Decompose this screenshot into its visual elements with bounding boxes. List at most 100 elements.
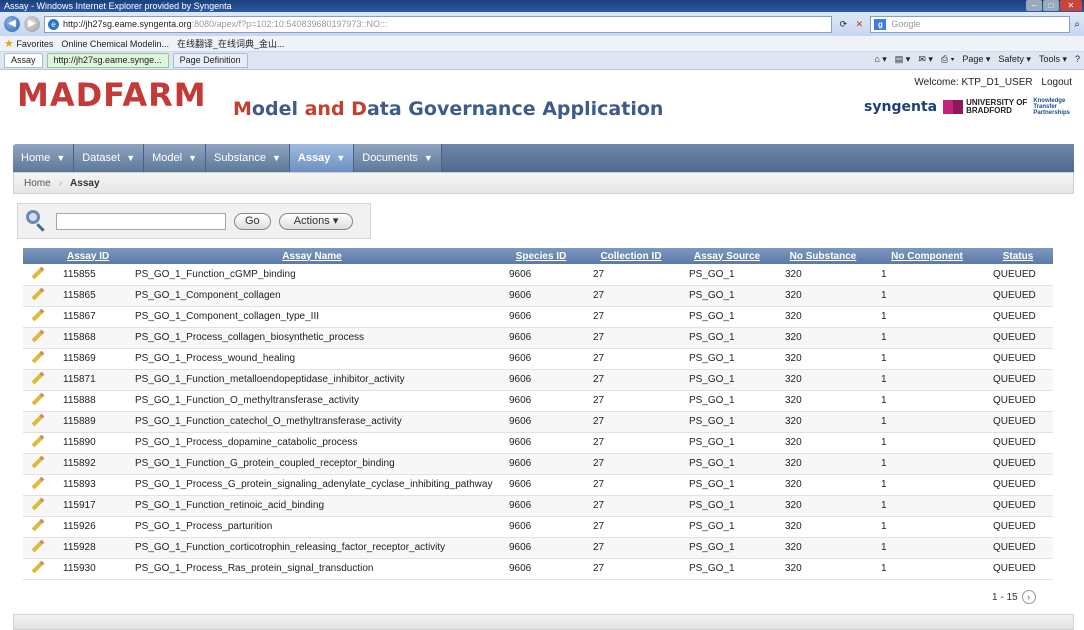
pencil-icon[interactable] <box>31 497 45 511</box>
menu-model[interactable]: Model ▼ <box>144 144 206 172</box>
help-icon[interactable]: ? <box>1075 54 1080 65</box>
feeds-icon[interactable]: ▤ ▾ <box>895 54 911 65</box>
pencil-icon[interactable] <box>31 392 45 406</box>
cell-assay-source: PS_GO_1 <box>679 348 775 370</box>
refresh-icon[interactable]: ⟳ <box>836 17 850 31</box>
title-odel: odel <box>251 98 305 120</box>
pencil-icon[interactable] <box>31 455 45 469</box>
cell-no-substance: 320 <box>775 327 871 349</box>
partner-logos: syngenta UNIVERSITY OF BRADFORD Knowledge… <box>864 98 1070 116</box>
breadcrumb-home[interactable]: Home <box>24 178 51 189</box>
pencil-icon[interactable] <box>31 371 45 385</box>
next-page-icon[interactable]: › <box>1021 590 1036 604</box>
col-no-substance[interactable]: No Substance <box>775 248 871 264</box>
magnifier-icon[interactable] <box>24 209 48 233</box>
cell-assay-source: PS_GO_1 <box>679 453 775 475</box>
mail-icon[interactable]: ✉ ▾ <box>918 54 933 65</box>
pencil-icon[interactable] <box>31 434 45 448</box>
actions-button[interactable]: Actions ▾ <box>278 212 354 230</box>
cell-assay-source: PS_GO_1 <box>679 537 775 559</box>
cell-assay-id: 115926 <box>53 516 125 538</box>
table-row: 115892 PS_GO_1_Function_G_protein_coupled… <box>23 453 1053 475</box>
table-row: 115926 PS_GO_1_Process_parturition 9606 27 P… <box>23 516 1053 538</box>
menu-dataset[interactable]: Dataset ▼ <box>74 144 145 172</box>
pencil-icon[interactable] <box>31 539 45 553</box>
report-search-input[interactable] <box>56 212 226 230</box>
cell-no-component: 1 <box>871 306 983 328</box>
favorites-button[interactable]: ★ Favorites <box>4 37 53 50</box>
cell-no-component: 1 <box>871 327 983 349</box>
maximize-icon[interactable]: □ <box>1043 0 1059 11</box>
cell-no-component: 1 <box>871 348 983 370</box>
browser-tab-assay[interactable]: Assay <box>4 53 43 68</box>
pencil-icon[interactable] <box>31 560 45 574</box>
cell-assay-id: 115893 <box>53 474 125 496</box>
menu-documents[interactable]: Documents ▼ <box>354 144 442 172</box>
menu-substance[interactable]: Substance ▼ <box>206 144 290 172</box>
col-status[interactable]: Status <box>983 248 1053 264</box>
cell-collection-id: 27 <box>583 558 679 580</box>
browser-search-input[interactable]: g Google <box>870 15 1071 33</box>
cell-assay-name: PS_GO_1_Process_collagen_biosynthetic_pr… <box>125 327 499 349</box>
pencil-icon[interactable] <box>31 350 45 364</box>
browser-tab-apex[interactable]: http://jh27sg.eame.synge... <box>46 53 169 68</box>
tools-menu[interactable]: Tools ▾ <box>1039 54 1067 65</box>
cell-species-id: 9606 <box>499 369 583 391</box>
page-menu[interactable]: Page ▾ <box>962 54 990 65</box>
col-species-id[interactable]: Species ID <box>499 248 583 264</box>
cell-species-id: 9606 <box>499 327 583 349</box>
table-row: 115868 PS_GO_1_Process_collagen_biosynthe… <box>23 327 1053 349</box>
menu-assay[interactable]: Assay ▼ <box>289 144 355 172</box>
menu-home[interactable]: Home ▼ <box>13 144 75 172</box>
window-title: Assay - Windows Internet Explorer provid… <box>4 1 232 11</box>
pencil-icon[interactable] <box>31 518 45 532</box>
app-title: Model and Data Governance Application <box>233 98 663 120</box>
pencil-icon[interactable] <box>31 413 45 427</box>
cell-status: QUEUED <box>983 474 1053 496</box>
col-assay-source[interactable]: Assay Source <box>679 248 775 264</box>
pencil-icon[interactable] <box>31 287 45 301</box>
stop-icon[interactable]: ✕ <box>852 17 866 31</box>
fav-item-2[interactable]: 在线翻译_在线词典_金山... <box>177 37 285 50</box>
cell-no-component: 1 <box>871 537 983 559</box>
close-icon[interactable]: ✕ <box>1060 0 1082 11</box>
cell-assay-name: PS_GO_1_Function_metalloendopeptidase_in… <box>125 369 499 391</box>
cell-collection-id: 27 <box>583 495 679 517</box>
title-rest: ata Governance Application <box>366 98 664 120</box>
back-button[interactable]: ◀ <box>4 16 20 32</box>
browser-tab-page-definition[interactable]: Page Definition <box>172 53 248 68</box>
cell-assay-source: PS_GO_1 <box>679 432 775 454</box>
print-icon[interactable]: ⎙ ▾ <box>941 54 954 65</box>
pencil-icon[interactable] <box>31 329 45 343</box>
go-button[interactable]: Go <box>234 212 271 230</box>
star-icon: ★ <box>4 38 14 50</box>
actions-label: Actions <box>293 214 330 227</box>
main-menu: Home ▼ Dataset ▼ Model ▼ Substance ▼ Assay ▼ … <box>13 144 1074 172</box>
search-icon[interactable]: ⌕ <box>1074 19 1080 30</box>
minimize-icon[interactable]: – <box>1026 0 1042 11</box>
forward-button[interactable]: ▶ <box>24 16 40 32</box>
url-host: http://jh27sg.eame.syngenta.org <box>63 18 192 29</box>
fav-item-1[interactable]: Online Chemical Modelin... <box>61 39 169 49</box>
cell-assay-name: PS_GO_1_Function_retinoic_acid_binding <box>125 495 499 517</box>
pencil-icon[interactable] <box>31 476 45 490</box>
favorites-bar: ★ Favorites Online Chemical Modelin... 在… <box>0 36 1084 52</box>
col-assay-id[interactable]: Assay ID <box>53 248 125 264</box>
col-no-component[interactable]: No Component <box>871 248 983 264</box>
col-assay-name[interactable]: Assay Name <box>125 248 499 264</box>
pencil-icon[interactable] <box>31 308 45 322</box>
pencil-icon[interactable] <box>31 266 45 280</box>
cell-assay-source: PS_GO_1 <box>679 285 775 307</box>
url-field[interactable]: e http://jh27sg.eame.syngenta.org:8080/a… <box>44 15 833 33</box>
safety-menu[interactable]: Safety ▾ <box>998 54 1031 65</box>
cell-status: QUEUED <box>983 411 1053 433</box>
cell-collection-id: 27 <box>583 516 679 538</box>
logout-link[interactable]: Logout <box>1041 77 1072 88</box>
home-icon[interactable]: ⌂ ▾ <box>874 54 886 65</box>
col-collection-id[interactable]: Collection ID <box>583 248 679 264</box>
edit-cell <box>23 264 53 286</box>
footer-bar <box>13 614 1074 630</box>
cell-assay-id: 115869 <box>53 348 125 370</box>
chevron-down-icon: ▾ <box>332 214 339 227</box>
chevron-right-icon: › <box>58 177 63 189</box>
